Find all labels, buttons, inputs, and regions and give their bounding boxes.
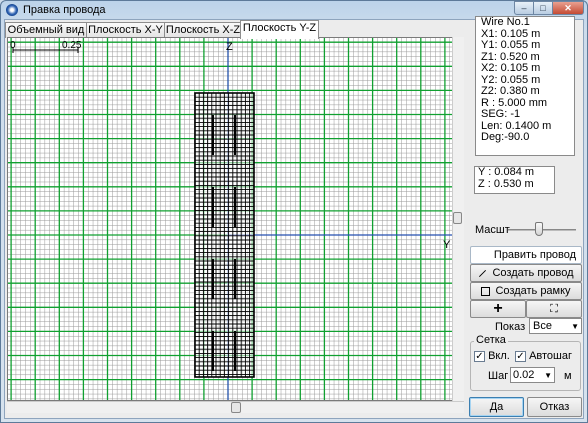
- edit-wire-button[interactable]: Править провод: [470, 246, 582, 264]
- wire-info-panel: Wire No.1 X1: 0.105 m Y1: 0.055 m Z1: 0.…: [475, 16, 575, 156]
- grid-on-label: Вкл.: [488, 350, 510, 362]
- vertical-scroll-thumb[interactable]: [453, 212, 462, 224]
- grid-step-select[interactable]: 0.02 ▼: [510, 367, 555, 383]
- fit-view-button[interactable]: ⛶: [526, 300, 582, 318]
- close-button[interactable]: ✕: [552, 1, 584, 15]
- axis-label-y: Y: [443, 239, 451, 251]
- grid-on-checkbox[interactable]: ✓ Вкл.: [474, 350, 510, 362]
- plane-view-canvas[interactable]: 0 0.25 Z Y: [7, 37, 464, 401]
- wire-info-line: Deg:-90.0: [481, 131, 530, 143]
- tab-plane-xz[interactable]: Плоскость X-Z: [164, 22, 242, 38]
- grid-on-checkmark[interactable]: ✓: [474, 350, 485, 362]
- cursor-z-value: Z : 0.530 m: [478, 177, 534, 190]
- grid-step-value: 0.02: [513, 369, 535, 381]
- axis-label-z: Z: [226, 41, 233, 53]
- grid-auto-checkbox[interactable]: ✓ Автошаг: [515, 350, 572, 362]
- horizontal-scroll-thumb[interactable]: [231, 402, 241, 413]
- scale-label: Масшт: [475, 224, 510, 236]
- wire-info-line: SEG: -1: [481, 108, 521, 120]
- wire-info-line: Wire No.1: [481, 16, 530, 28]
- add-button[interactable]: +: [470, 300, 526, 318]
- line-icon: [479, 269, 487, 277]
- tab-plane-yz[interactable]: Плоскость Y-Z: [240, 20, 319, 39]
- show-select[interactable]: Все ▼: [529, 318, 582, 334]
- cancel-button[interactable]: Отказ: [527, 397, 582, 417]
- dropdown-arrow-icon: ▼: [571, 322, 579, 331]
- ok-button[interactable]: Да: [469, 397, 524, 417]
- square-icon: [481, 286, 491, 296]
- edit-wire-label: Править провод: [493, 249, 577, 261]
- maximize-button[interactable]: □: [533, 1, 553, 15]
- grid-group-title: Сетка: [474, 334, 508, 346]
- create-frame-label: Создать рамку: [495, 285, 571, 297]
- cursor-coords-panel: Y : 0.084 m Z : 0.530 m: [474, 166, 555, 194]
- cursor-y-value: Y : 0.084 m: [478, 166, 535, 178]
- grid-drawing: 0 0.25 Z Y: [8, 38, 463, 400]
- scale-slider-thumb[interactable]: [535, 222, 543, 236]
- tab-3d-view[interactable]: Объемный вид: [5, 22, 87, 38]
- grid-step-unit: м: [564, 370, 572, 382]
- minimize-button[interactable]: –: [514, 1, 534, 15]
- wire-info-line: X2: 0.105 m: [481, 62, 541, 74]
- tab-plane-xy[interactable]: Плоскость X-Y: [86, 22, 165, 38]
- app-icon: [6, 4, 18, 16]
- show-label: Показ: [495, 321, 526, 333]
- create-wire-button[interactable]: Создать провод: [470, 264, 582, 282]
- ruler-label-left: 0: [10, 40, 16, 51]
- create-wire-label: Создать провод: [492, 267, 574, 279]
- grid-group: [470, 341, 581, 391]
- create-frame-button[interactable]: Создать рамку: [470, 282, 582, 300]
- fit-view-icon: ⛶: [550, 303, 558, 315]
- ruler-label-right: 0.25: [62, 40, 82, 51]
- show-select-value: Все: [533, 320, 552, 332]
- grid-auto-label: Автошаг: [529, 350, 572, 362]
- dropdown-arrow-icon: ▼: [544, 371, 552, 380]
- grid-auto-checkmark[interactable]: ✓: [515, 350, 526, 362]
- grid-step-label: Шаг: [488, 370, 509, 382]
- wire-info-line: Z2: 0.380 m: [481, 85, 540, 97]
- window-title: Правка провода: [23, 4, 106, 16]
- wire-info-line: Y1: 0.055 m: [481, 39, 541, 51]
